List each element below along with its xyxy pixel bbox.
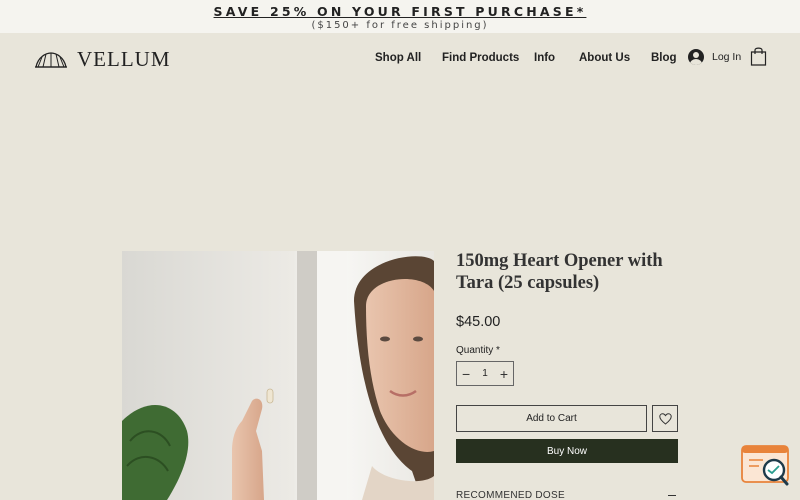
wishlist-button[interactable] — [652, 405, 678, 432]
quantity-value[interactable]: 1 — [482, 368, 488, 379]
recommended-dose-accordion[interactable]: RECOMMENED DOSE — [456, 488, 678, 500]
login-button[interactable]: Log In — [688, 49, 741, 65]
login-label: Log In — [712, 51, 742, 63]
buy-now-button[interactable]: Buy Now — [456, 439, 678, 463]
user-avatar-icon — [688, 49, 704, 65]
site-header: VELLUM Shop All Find Products Info About… — [0, 33, 800, 85]
product-image[interactable] — [122, 251, 434, 500]
quantity-stepper[interactable]: − 1 + — [456, 361, 514, 386]
accordion-label: RECOMMENED DOSE — [456, 489, 565, 500]
product-title: 150mg Heart Opener with Tara (25 capsule… — [456, 251, 663, 293]
quantity-label: Quantity * — [456, 345, 500, 356]
plus-icon[interactable]: + — [500, 367, 508, 381]
shopping-bag-icon[interactable] — [750, 46, 767, 66]
nav-info[interactable]: Info — [534, 52, 555, 64]
promo-subtitle: ($150+ for free shipping) — [311, 20, 489, 31]
nav-about-us[interactable]: About Us — [579, 52, 630, 64]
nav-blog[interactable]: Blog — [651, 52, 677, 64]
promo-banner[interactable]: SAVE 25% ON YOUR FIRST PURCHASE* ($150+ … — [0, 0, 800, 33]
chat-search-widget[interactable] — [741, 444, 791, 490]
add-to-cart-button[interactable]: Add to Cart — [456, 405, 647, 432]
product-details: 150mg Heart Opener with Tara (25 capsule… — [456, 250, 681, 500]
promo-title[interactable]: SAVE 25% ON YOUR FIRST PURCHASE* — [0, 0, 800, 19]
product-price: $45.00 — [456, 314, 501, 330]
nav-find-products[interactable]: Find Products — [442, 52, 519, 64]
minus-icon[interactable]: − — [462, 367, 470, 381]
product-photo — [122, 251, 434, 500]
chat-search-icon — [741, 445, 789, 486]
main-nav: Shop All Find Products Info About Us Blo… — [0, 52, 800, 68]
collapse-icon — [668, 494, 676, 496]
nav-shop-all[interactable]: Shop All — [375, 52, 421, 64]
heart-icon — [658, 412, 672, 425]
